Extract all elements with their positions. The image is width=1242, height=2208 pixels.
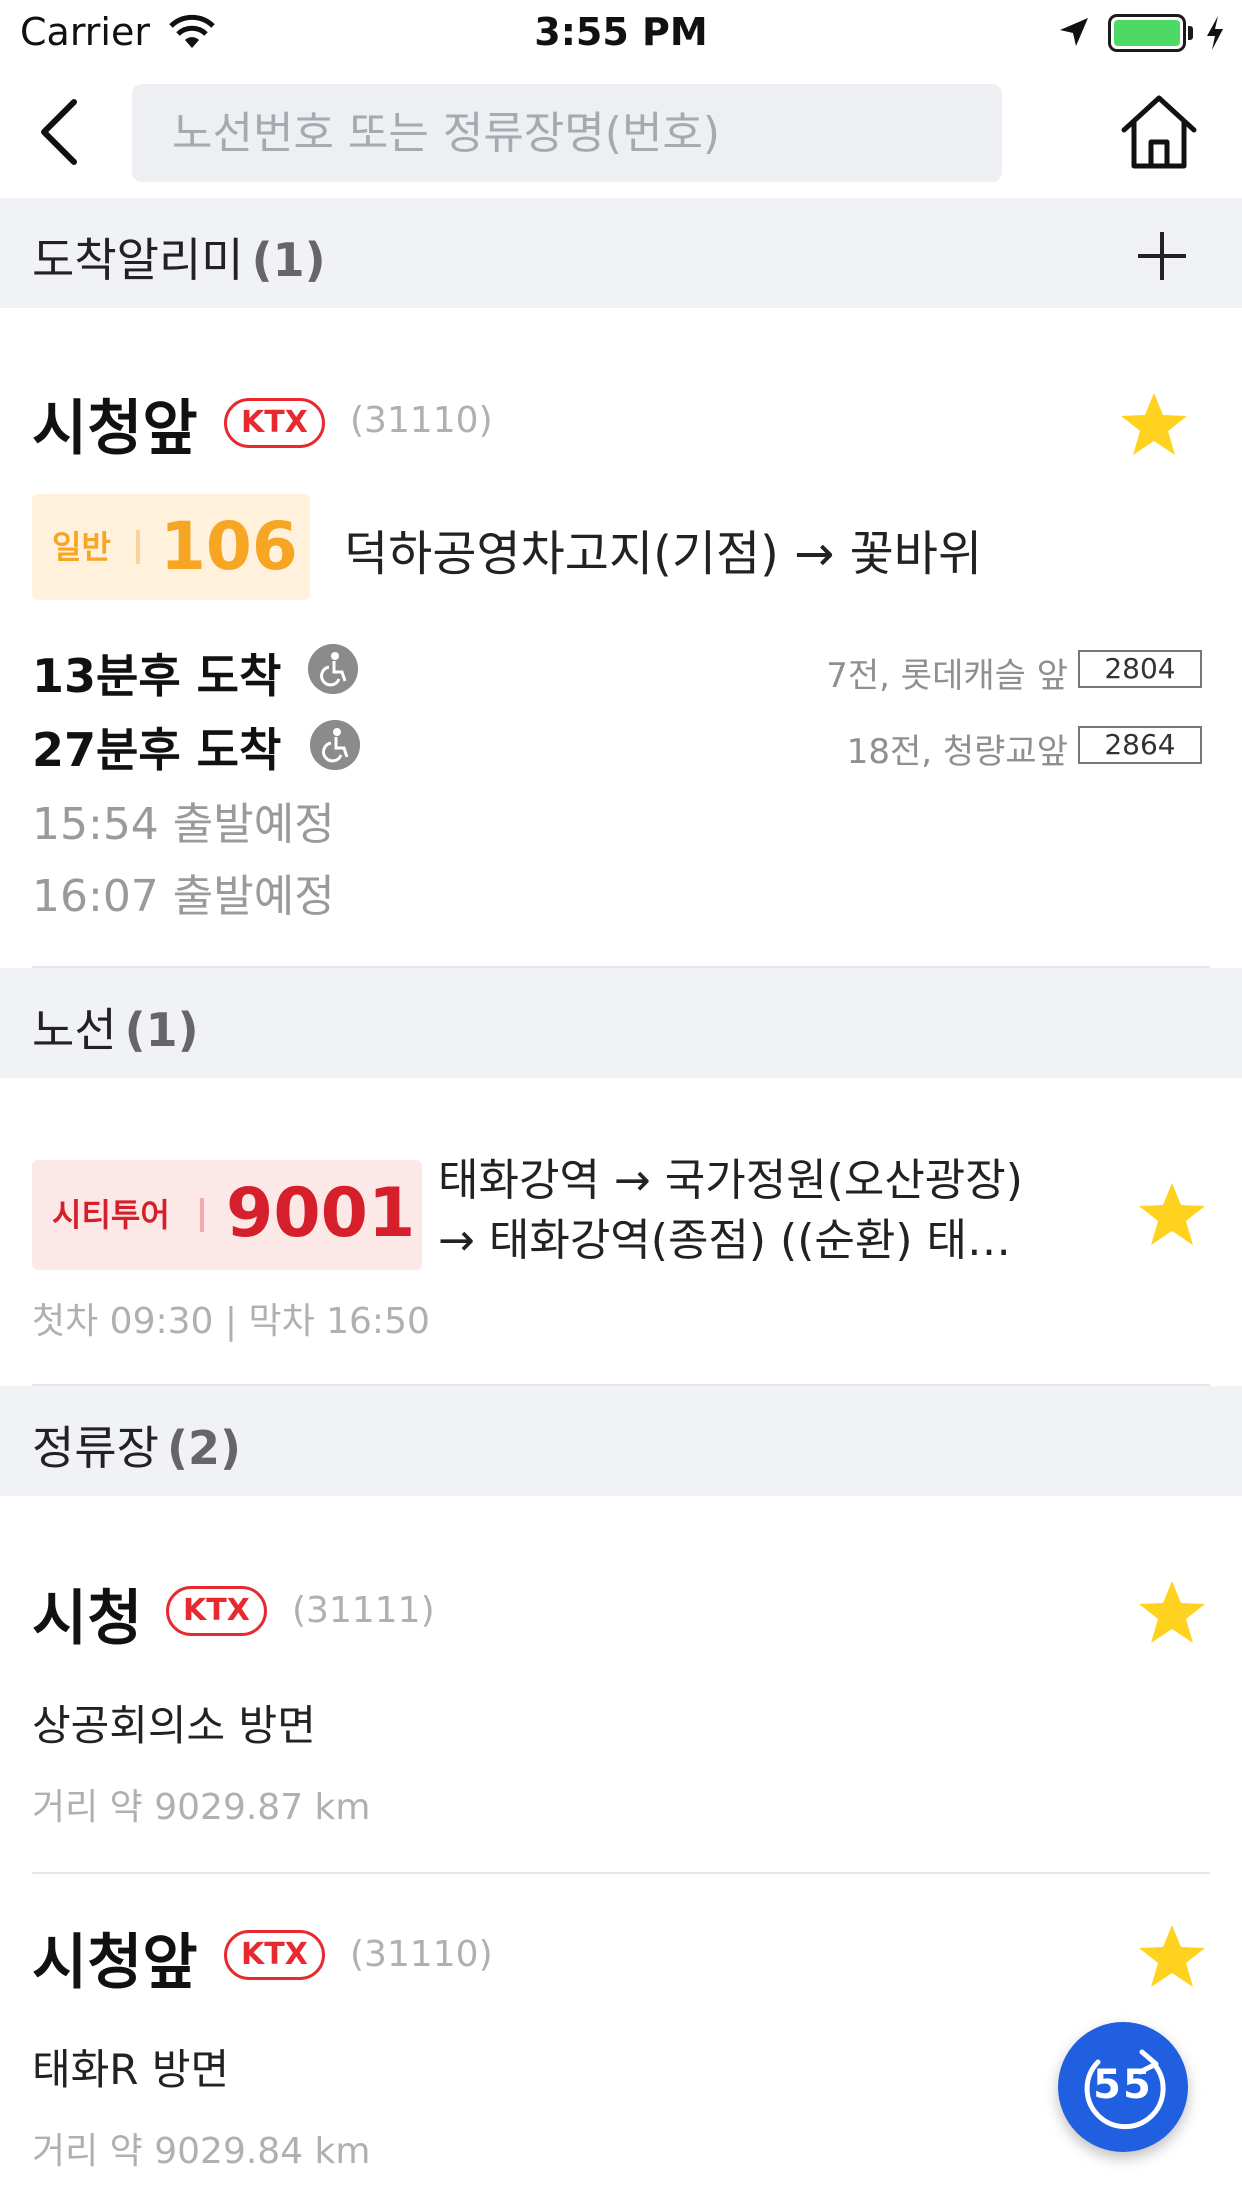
plus-icon[interactable] — [1134, 228, 1190, 284]
arrival-time: 13분후 도착 — [32, 649, 282, 703]
stop-name: 시청 — [32, 1584, 143, 1654]
charging-bolt-icon — [1207, 16, 1223, 50]
ktx-badge: KTX — [166, 1586, 267, 1636]
bus-position: 18전, 청량교앞 — [846, 732, 1068, 772]
wheelchair-icon — [310, 720, 360, 770]
bus-route-badge: 시티투어 9001 — [32, 1160, 422, 1270]
route-section-title: 노선 (1) — [32, 994, 199, 1060]
section-count: (1) — [251, 233, 326, 287]
plate-number: 2804 — [1078, 650, 1202, 688]
search-input[interactable] — [132, 84, 1002, 182]
stop-code: (31111) — [292, 1590, 435, 1631]
star-icon[interactable] — [1136, 1578, 1208, 1646]
star-icon[interactable] — [1136, 1180, 1208, 1248]
location-arrow-icon — [1060, 18, 1088, 46]
stop-code: (31110) — [350, 400, 493, 441]
home-icon[interactable] — [1118, 92, 1200, 172]
alarm-section-title: 도착알리미 (1) — [32, 224, 326, 290]
section-title-text: 도착알리미 — [32, 233, 244, 287]
navigation-bar — [0, 66, 1242, 198]
bus-number: 9001 — [226, 1174, 416, 1253]
star-icon[interactable] — [1136, 1922, 1208, 1990]
bus-route-desc: 덕하공영차고지(기점) → 꽃바위 — [344, 526, 983, 582]
section-count: (1) — [124, 1003, 199, 1057]
stop-code: (31110) — [350, 1934, 493, 1975]
route-desc-line2: → 태화강역(종점) ((순환) 태… — [438, 1215, 1011, 1266]
stop-distance: 거리 약 9029.84 km — [32, 2131, 371, 2172]
badge-separator — [136, 530, 140, 564]
battery-tip — [1188, 26, 1193, 40]
stop-name: 시청앞 — [32, 1928, 198, 1998]
stop-section-title: 정류장 (2) — [32, 1412, 241, 1478]
bus-number: 106 — [160, 508, 298, 585]
stop-name: 시청앞 — [32, 394, 198, 464]
route-times: 첫차 09:30 | 막차 16:50 — [32, 1301, 430, 1342]
stop-distance: 거리 약 9029.87 km — [32, 1787, 371, 1828]
bus-position: 7전, 롯데캐슬 앞 — [826, 656, 1068, 696]
bus-type-label: 일반 — [52, 528, 111, 566]
route-desc-line1: 태화강역 → 국가정원(오산광장) — [438, 1155, 1023, 1206]
refresh-countdown: 55 — [1093, 2062, 1153, 2108]
bus-route-badge: 일반 106 — [32, 494, 310, 600]
departure-time: 15:54 출발예정 — [32, 799, 335, 850]
badge-separator — [200, 1198, 204, 1232]
wheelchair-icon — [308, 644, 358, 694]
ktx-badge: KTX — [224, 1930, 325, 1980]
stop-section-header: 정류장 (2) — [0, 1386, 1242, 1496]
arrival-time: 27분후 도착 — [32, 723, 282, 777]
bus-type-label: 시티투어 — [52, 1196, 170, 1234]
ktx-badge: KTX — [224, 398, 325, 448]
stop-direction: 상공회의소 방면 — [32, 1701, 316, 1750]
section-title-text: 노선 — [32, 1003, 117, 1057]
departure-time: 16:07 출발예정 — [32, 871, 335, 922]
star-icon[interactable] — [1118, 390, 1190, 458]
section-count: (2) — [166, 1421, 242, 1475]
divider — [32, 1872, 1210, 1874]
section-title-text: 정류장 — [32, 1421, 159, 1475]
alarm-section-header: 도착알리미 (1) — [0, 198, 1242, 308]
route-section-header: 노선 (1) — [0, 968, 1242, 1078]
chevron-left-icon[interactable] — [30, 96, 90, 168]
stop-direction: 태화R 방면 — [32, 2045, 230, 2094]
battery-icon — [1108, 14, 1186, 52]
plate-number: 2864 — [1078, 726, 1202, 764]
refresh-button[interactable]: 55 — [1058, 2022, 1188, 2152]
status-bar: Carrier 3:55 PM — [0, 0, 1242, 66]
clock: 3:55 PM — [534, 10, 708, 54]
